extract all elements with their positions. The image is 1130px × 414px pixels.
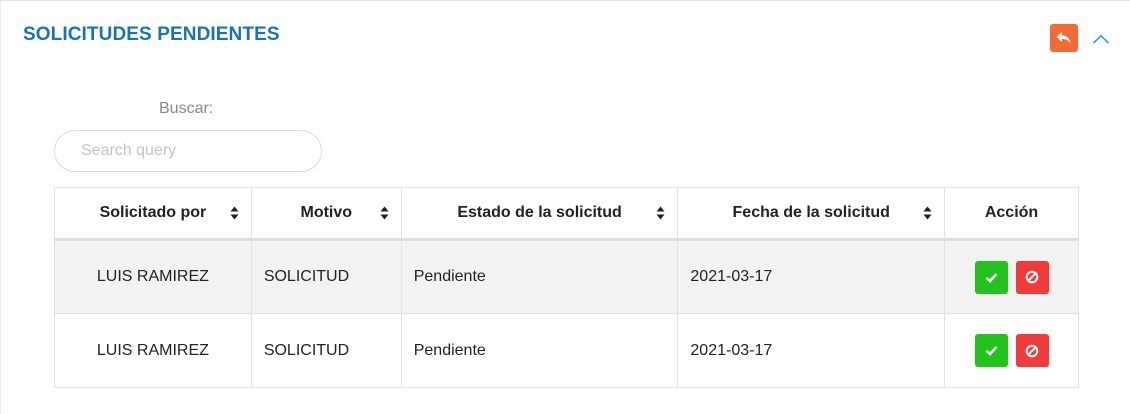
ban-icon [1025,270,1039,284]
cell-motivo: SOLICITUD [250,239,402,314]
check-icon [985,272,997,283]
column-header-accion: Acción [944,187,1079,241]
cell-estado: Pendiente [400,313,679,388]
search-input[interactable] [54,130,322,172]
table-row: LUIS RAMIREZ SOLICITUD Pendiente 2021-03… [54,239,1079,314]
reject-button[interactable] [1015,260,1049,294]
check-icon [985,346,997,356]
cell-solicitado-por: LUIS RAMIREZ [54,239,252,314]
column-label: Solicitado por [99,204,207,221]
sort-icon [380,206,389,221]
cell-estado: Pendiente [400,239,679,314]
ban-icon [1025,344,1039,357]
column-label: Estado de la solicitud [457,204,622,221]
cell-fecha: 2021-03-17 [677,313,946,388]
table-row: LUIS RAMIREZ SOLICITUD Pendiente 2021-03… [54,313,1079,388]
table-header-row: Solicitado por Motivo Estado de la solic… [54,187,1079,241]
column-header-motivo[interactable]: Motivo [250,187,402,241]
sort-icon [230,206,239,221]
reply-icon [1056,32,1071,44]
cell-accion [944,313,1079,388]
column-label: Fecha de la solicitud [732,204,890,221]
search-label: Buscar: [159,100,214,117]
column-label: Acción [984,204,1039,221]
column-label: Motivo [300,204,353,221]
back-button[interactable] [1050,24,1078,52]
requests-table: Solicitado por Motivo Estado de la solic… [54,187,1079,388]
sort-icon [923,206,932,221]
cell-solicitado-por: LUIS RAMIREZ [54,313,252,388]
column-header-estado[interactable]: Estado de la solicitud [400,187,679,241]
panel-title: SOLICITUDES PENDIENTES [23,24,280,45]
column-header-solicitado-por[interactable]: Solicitado por [54,187,252,241]
approve-button[interactable] [974,260,1008,294]
approve-button[interactable] [974,334,1008,367]
reject-button[interactable] [1015,334,1049,367]
sort-icon [656,206,665,221]
collapse-button[interactable] [1091,30,1111,48]
cell-accion [944,239,1079,314]
chevron-up-icon [1092,34,1110,44]
column-header-fecha[interactable]: Fecha de la solicitud [677,187,946,241]
pending-requests-panel: SOLICITUDES PENDIENTES Buscar: Solicitad… [0,0,1130,414]
cell-fecha: 2021-03-17 [677,239,946,314]
cell-motivo: SOLICITUD [250,313,402,388]
